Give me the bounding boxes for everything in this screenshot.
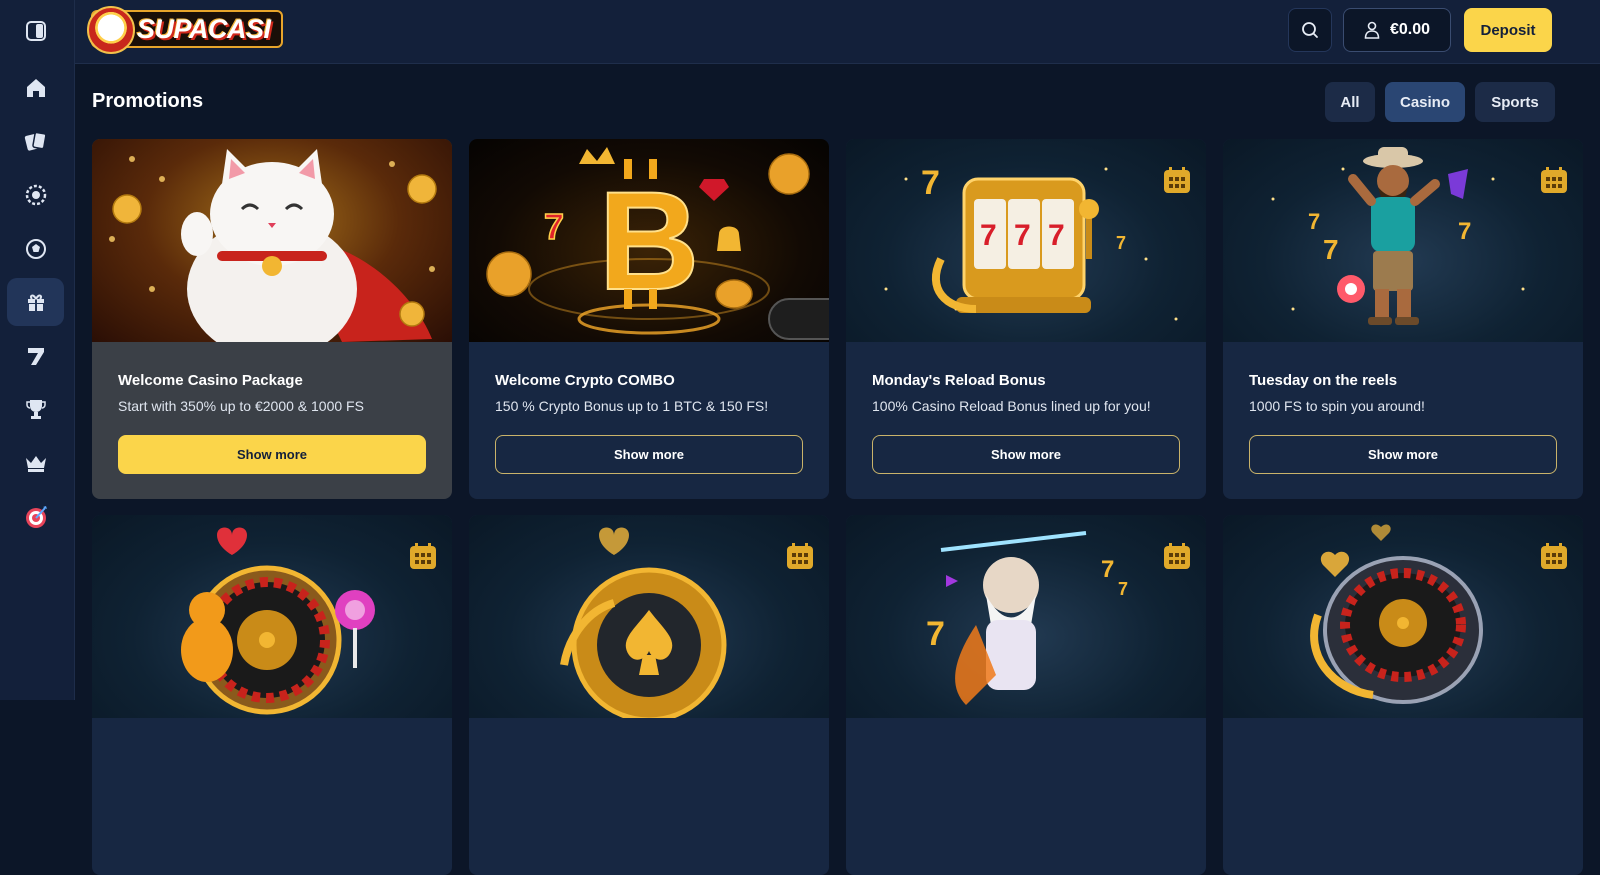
promo-description: Start with 350% up to €2000 & 1000 FS xyxy=(118,398,364,414)
filter-casino[interactable]: Casino xyxy=(1385,82,1465,122)
trophy-icon xyxy=(25,400,46,419)
promo-description: 100% Casino Reload Bonus lined up for yo… xyxy=(872,398,1151,414)
balance-amount: €0.00 xyxy=(1389,21,1431,38)
promo-card-roulette[interactable] xyxy=(1223,515,1583,875)
sidebar-item-home[interactable] xyxy=(7,64,64,112)
promo-image-roulette-candy xyxy=(92,515,452,718)
svg-text:7: 7 xyxy=(921,164,940,202)
crown-icon xyxy=(25,456,46,472)
show-more-button[interactable]: Show more xyxy=(1249,435,1557,474)
logo-text: SUPACASI xyxy=(137,13,271,44)
sidebar-item-vip[interactable] xyxy=(7,439,64,487)
promo-image-lucky-cat xyxy=(92,139,452,342)
user-icon xyxy=(1364,21,1380,39)
promo-image-slot-machine: 777 7 7 xyxy=(846,139,1206,342)
show-more-button[interactable]: Show more xyxy=(872,435,1180,474)
promo-card-tuesday-reels[interactable]: 777 Tuesday on the reels 1000 FS to spin… xyxy=(1223,139,1583,499)
svg-text:7: 7 xyxy=(1048,219,1065,252)
promo-card-zeus[interactable]: 777 xyxy=(846,515,1206,875)
search-button[interactable] xyxy=(1288,8,1332,52)
sidebar-item-promotions[interactable] xyxy=(7,278,64,326)
calendar-icon xyxy=(410,543,436,569)
promo-title: Tuesday on the reels xyxy=(1249,372,1398,389)
top-bar: SUPACASI €0.00 Deposit xyxy=(75,0,1600,64)
roulette-candy-illustration xyxy=(181,527,375,715)
promo-title: Monday's Reload Bonus xyxy=(872,372,1046,389)
promo-description: 150 % Crypto Bonus up to 1 BTC & 150 FS! xyxy=(495,398,769,414)
svg-text:7: 7 xyxy=(926,615,945,653)
page-title: Promotions xyxy=(92,90,204,112)
home-icon xyxy=(26,79,45,97)
sports-ball-icon xyxy=(25,239,46,259)
roulette-wheel-illustration xyxy=(1310,524,1483,704)
poker-chip-illustration xyxy=(560,527,727,718)
promo-card-monday-reload[interactable]: 777 7 7 Monday's Reload Bonus 100% Casin… xyxy=(846,139,1206,499)
zeus-illustration: 777 xyxy=(926,531,1128,705)
svg-text:7: 7 xyxy=(980,219,997,252)
promo-image-cowboy: 777 xyxy=(1223,139,1583,342)
lucky-cat-illustration xyxy=(109,149,437,342)
target-icon xyxy=(25,506,47,528)
sidebar-item-missions[interactable] xyxy=(7,493,64,541)
svg-text:7: 7 xyxy=(544,206,564,247)
bitcoin-illustration: B 7 xyxy=(486,147,829,340)
svg-text:7: 7 xyxy=(1118,579,1128,599)
seven-icon xyxy=(27,348,44,365)
sidebar xyxy=(0,0,75,700)
calendar-icon xyxy=(1541,543,1567,569)
promo-image-bitcoin: B 7 xyxy=(469,139,829,342)
filter-all[interactable]: All xyxy=(1325,82,1375,122)
cards-icon xyxy=(24,131,47,151)
promo-card-poker-chip[interactable] xyxy=(469,515,829,875)
show-more-button[interactable]: Show more xyxy=(118,435,426,474)
slot-machine-illustration: 777 7 7 xyxy=(884,164,1178,321)
sidebar-item-slots[interactable] xyxy=(7,332,64,380)
calendar-icon xyxy=(787,543,813,569)
promo-title: Welcome Casino Package xyxy=(118,372,303,389)
promo-title: Welcome Crypto COMBO xyxy=(495,372,675,389)
svg-text:7: 7 xyxy=(1116,233,1126,253)
sidebar-toggle-icon xyxy=(25,21,46,41)
promo-card-welcome-casino[interactable]: Welcome Casino Package Start with 350% u… xyxy=(92,139,452,499)
search-icon xyxy=(1302,22,1318,38)
sidebar-item-sports[interactable] xyxy=(7,225,64,273)
promo-card-roulette-candy[interactable] xyxy=(92,515,452,875)
lucky-cat-logo-icon xyxy=(87,6,135,54)
balance-button[interactable]: €0.00 xyxy=(1343,8,1451,52)
calendar-icon xyxy=(1164,167,1190,193)
sidebar-toggle-button[interactable] xyxy=(7,7,64,55)
cowboy-character-illustration: 777 xyxy=(1271,147,1525,325)
filter-sports[interactable]: Sports xyxy=(1475,82,1555,122)
promo-image-zeus: 777 xyxy=(846,515,1206,718)
logo[interactable]: SUPACASI xyxy=(87,6,283,54)
svg-text:7: 7 xyxy=(1014,219,1031,252)
promo-description: 1000 FS to spin you around! xyxy=(1249,398,1425,414)
svg-text:7: 7 xyxy=(1308,209,1320,234)
svg-text:7: 7 xyxy=(1101,556,1114,583)
svg-text:7: 7 xyxy=(1323,234,1339,265)
svg-text:7: 7 xyxy=(1458,218,1471,245)
promo-card-welcome-crypto[interactable]: B 7 Welcome Crypto COMBO 150 % Crypto Bo… xyxy=(469,139,829,499)
logo-badge: SUPACASI xyxy=(87,6,283,54)
promo-image-poker-chip xyxy=(469,515,829,718)
sidebar-item-tournaments[interactable] xyxy=(7,385,64,433)
live-casino-icon xyxy=(25,184,46,206)
sidebar-item-live-casino[interactable] xyxy=(7,171,64,219)
calendar-icon xyxy=(1164,543,1190,569)
deposit-button[interactable]: Deposit xyxy=(1464,8,1552,52)
sidebar-item-cards[interactable] xyxy=(7,117,64,165)
gift-icon xyxy=(27,294,44,311)
promo-image-roulette xyxy=(1223,515,1583,718)
show-more-button[interactable]: Show more xyxy=(495,435,803,474)
calendar-icon xyxy=(1541,167,1567,193)
